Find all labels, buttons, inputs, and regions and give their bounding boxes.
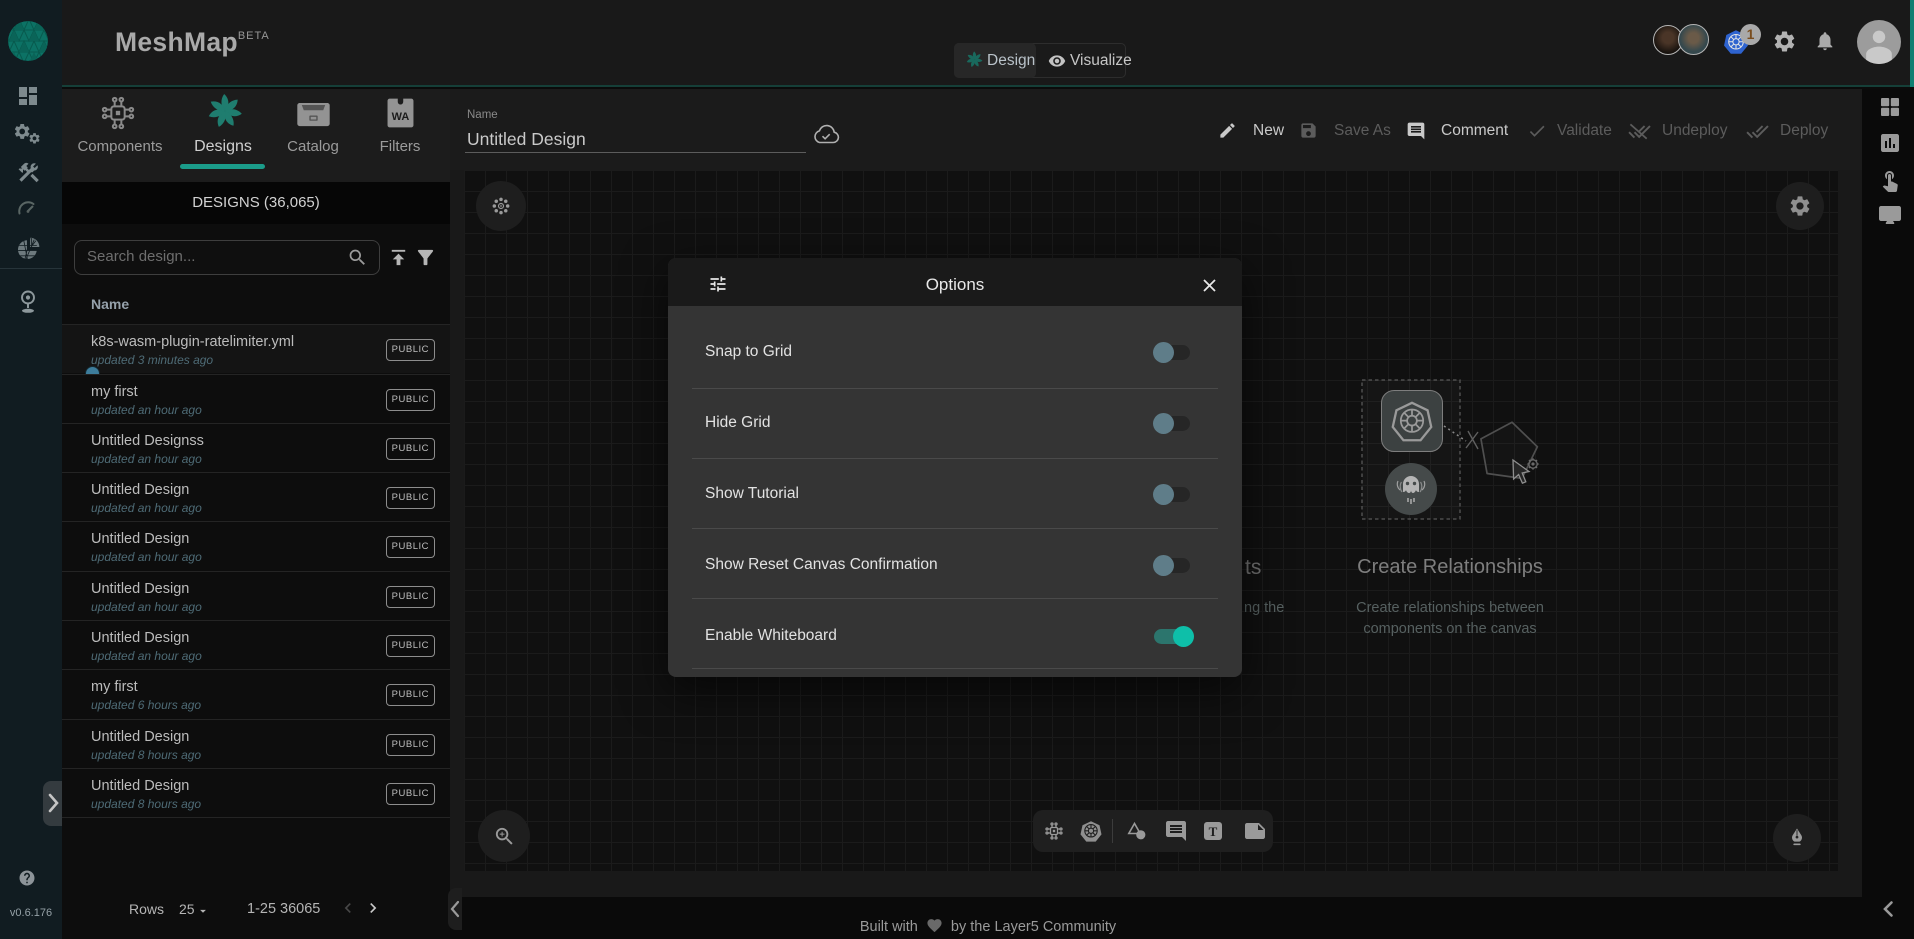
- svg-text:WA: WA: [392, 111, 410, 123]
- svg-text:T: T: [1209, 824, 1218, 839]
